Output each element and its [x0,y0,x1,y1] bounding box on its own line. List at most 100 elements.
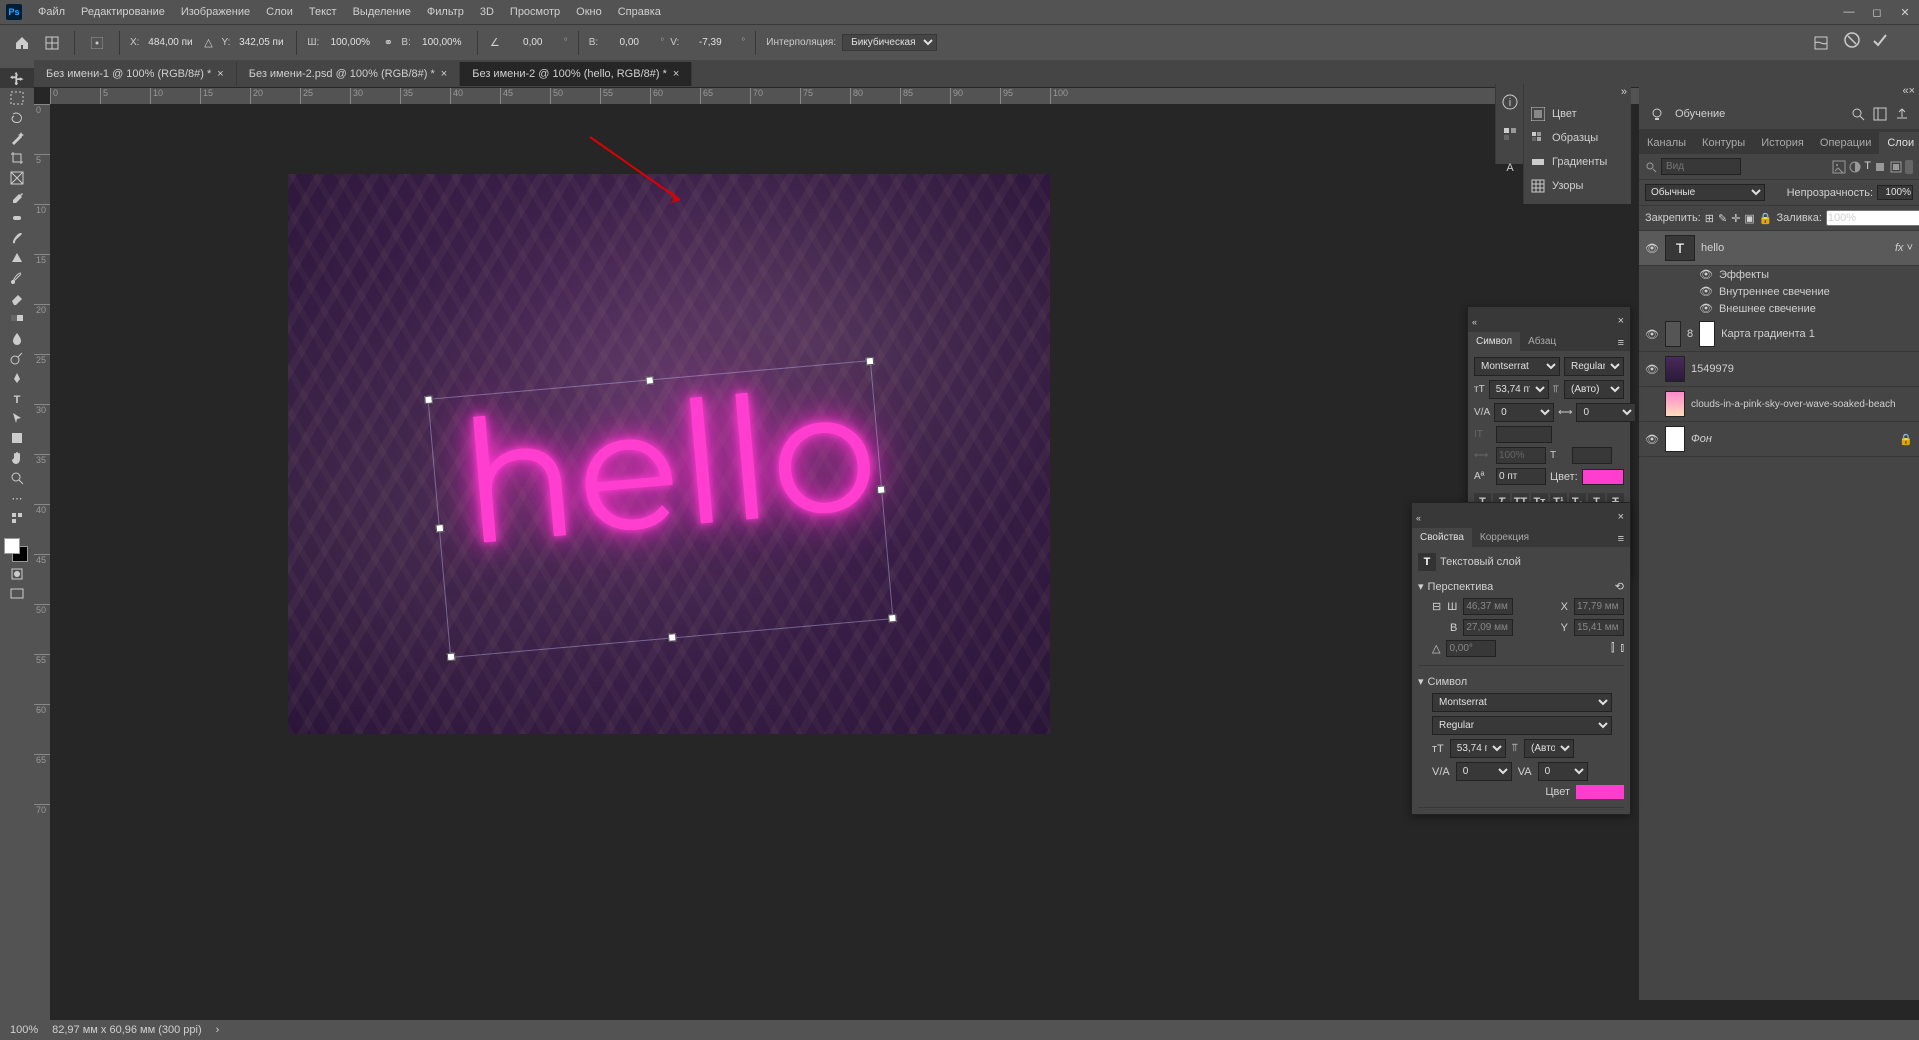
frame-tool[interactable] [0,168,34,188]
link-icon[interactable]: ⊟ [1432,600,1441,613]
filter-shape-icon[interactable] [1873,160,1887,174]
layer-effect-outer-glow[interactable]: 👁Внешнее свечение [1639,300,1919,317]
persp-x-input[interactable] [1574,598,1624,615]
props-font-select[interactable]: Montserrat [1432,693,1612,712]
layer-thumb[interactable] [1665,321,1681,347]
layer-search-input[interactable] [1661,158,1741,175]
mini-swatches[interactable]: Образцы [1524,126,1631,150]
workspace-icon[interactable] [1873,107,1887,121]
close-button[interactable]: ✕ [1891,0,1919,24]
visibility-icon[interactable]: 👁 [1645,432,1659,446]
triangle-icon[interactable]: △ [201,31,215,55]
move-tool[interactable] [0,68,34,88]
tab-history[interactable]: История [1753,132,1812,154]
more-tools[interactable]: ⋯ [0,488,34,508]
vscale-input[interactable] [1496,426,1552,443]
ref-point-icon[interactable] [85,31,109,55]
collapse-icon[interactable]: « [1468,315,1481,329]
tab-channels[interactable]: Каналы [1639,132,1694,154]
lock-all-icon[interactable]: ⊞ [1705,212,1714,225]
visibility-icon[interactable]: 👁 [1699,268,1713,281]
layer-thumb[interactable]: T [1665,235,1695,261]
crop-tool[interactable] [0,148,34,168]
visibility-icon[interactable]: 👁 [1699,302,1713,315]
persp-angle-input[interactable] [1446,640,1496,657]
clone-tool[interactable] [0,248,34,268]
tab-layers[interactable]: Слои [1879,132,1919,154]
layer-name[interactable]: Фон [1691,433,1893,445]
visibility-icon[interactable]: 👁 [1645,327,1659,341]
transform-handle[interactable] [424,395,433,404]
link-icon[interactable]: ⚭ [381,31,395,55]
w-input[interactable] [325,35,375,50]
eraser-tool[interactable] [0,288,34,308]
dodge-tool[interactable] [0,348,34,368]
kerning-input[interactable]: 0 [1494,403,1554,422]
close-icon[interactable]: × [673,68,679,80]
cancel-icon[interactable] [1843,31,1861,49]
props-color-swatch[interactable] [1576,785,1624,799]
gradient-tool[interactable] [0,308,34,328]
mini-patterns[interactable]: Узоры [1524,174,1631,198]
shape-tool[interactable] [0,428,34,448]
menu-edit[interactable]: Редактирование [73,2,173,22]
angle-input[interactable] [508,35,558,50]
transform-handle[interactable] [436,524,445,533]
transform-handle[interactable] [667,633,676,642]
layer-thumb[interactable] [1665,356,1685,382]
menu-3d[interactable]: 3D [472,2,502,22]
h-input[interactable] [417,35,467,50]
character-icon[interactable]: A [1502,158,1518,174]
layer-image-1[interactable]: 👁 1549979 [1639,352,1919,387]
lasso-tool[interactable] [0,108,34,128]
transform-handle[interactable] [877,485,886,494]
maximize-button[interactable]: ◻ [1863,0,1891,24]
heal-tool[interactable] [0,208,34,228]
filter-smart-icon[interactable] [1889,160,1903,174]
perspective-section[interactable]: ▾ Перспектива⟲ [1418,577,1624,596]
menu-layers[interactable]: Слои [258,2,301,22]
baseline-input[interactable] [1496,468,1546,485]
tab-adjustments[interactable]: Коррекция [1472,528,1537,547]
props-kerning-input[interactable]: 0 [1538,762,1588,781]
pen-tool[interactable] [0,368,34,388]
font-family-select[interactable]: Montserrat [1474,357,1560,376]
doc-tab-3[interactable]: Без имени-2 @ 100% (hello, RGB/8#) *× [460,62,692,86]
props-leading-input[interactable]: (Авто) [1524,739,1574,758]
visibility-icon[interactable]: 👁 [1699,285,1713,298]
flip-v-icon[interactable]: ⫾ [1620,642,1624,655]
transform-icon[interactable] [40,31,64,55]
doc-tab-1[interactable]: Без имени-1 @ 100% (RGB/8#) *× [34,62,237,86]
reset-icon[interactable]: ⟲ [1615,580,1624,593]
layer-name[interactable]: Карта градиента 1 [1721,328,1913,340]
layer-background[interactable]: 👁 Фон 🔒 [1639,422,1919,457]
quick-mask-tool[interactable] [0,564,34,584]
minimize-button[interactable]: — [1835,0,1863,24]
transform-handle[interactable] [447,652,456,661]
link-icon[interactable]: 8 [1687,328,1693,340]
warp-icon[interactable] [1809,31,1833,55]
layer-effects-header[interactable]: 👁Эффекты [1639,266,1919,283]
edit-toolbar[interactable] [0,508,34,528]
persp-y-input[interactable] [1574,619,1624,636]
font-size-input[interactable]: 53,74 пт [1489,380,1549,399]
layer-effect-inner-glow[interactable]: 👁Внутреннее свечение [1639,283,1919,300]
visibility-icon[interactable]: 👁 [1645,241,1659,255]
color-swatches[interactable] [0,536,34,564]
tracking-input[interactable]: 0 [1576,403,1636,422]
fx-badge[interactable]: fx ˅ [1895,242,1913,254]
tab-actions[interactable]: Операции [1812,132,1879,154]
close-icon[interactable]: × [441,68,447,80]
layer-image-2[interactable]: clouds-in-a-pink-sky-over-wave-soaked-be… [1639,387,1919,422]
doc-dimensions[interactable]: 82,97 мм x 60,96 мм (300 ppi) [52,1024,202,1036]
eyedropper-tool[interactable] [0,188,34,208]
interp-select[interactable]: Бикубическая [842,34,937,51]
layer-thumb[interactable] [1665,391,1685,417]
persp-h-input[interactable] [1463,619,1513,636]
text-color-swatch[interactable] [1582,469,1624,485]
collapse-icon[interactable]: » [1621,86,1627,100]
layer-thumb[interactable] [1665,426,1685,452]
lock-pos-icon[interactable]: ✛ [1731,212,1740,225]
lock-nest-icon[interactable]: ▣ [1744,212,1754,225]
layer-gradient-map[interactable]: 👁 8 Карта градиента 1 [1639,317,1919,352]
